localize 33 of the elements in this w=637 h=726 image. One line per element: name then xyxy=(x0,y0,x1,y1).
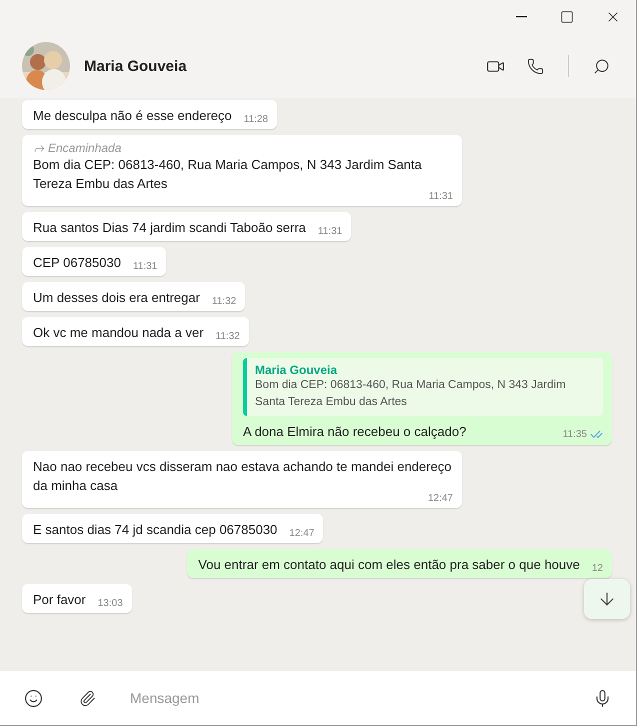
minimize-icon xyxy=(516,16,526,18)
message-time: 11:31 xyxy=(428,191,453,202)
message-time: 12:47 xyxy=(428,493,453,504)
message-text: Bom dia CEP: 06813-460, Rua Maria Campos, N 343 Jardim Santa Tereza Embu das Artes xyxy=(33,156,423,193)
message-text: Um desses dois era entregar xyxy=(33,289,200,307)
quote-text: Bom dia CEP: 06813-460, Rua Maria Campos, N 343 Jardim Santa Tereza Embu das Artes xyxy=(255,378,567,410)
message-time: 11:31 xyxy=(318,226,342,237)
quote-author: Maria Gouveia xyxy=(255,363,338,377)
message-text: Nao nao recebeu vcs disseram nao estava achando te mandei endereço da minha casa xyxy=(33,458,452,494)
message-text: A dona Elmira não recebeu o calçado? xyxy=(243,423,466,441)
message-text: Ok vc me mandou nada a ver xyxy=(33,324,204,342)
message-time: 11:32 xyxy=(212,296,236,307)
contact-name: Maria Gouveia xyxy=(84,58,188,74)
message-text: E santos dias 74 jd scandia cep 06785030 xyxy=(33,521,278,539)
message-text: Me desculpa não é esse endereço xyxy=(33,107,232,125)
message-text: Vou entrar em contato aqui com eles então pra saber o que houve xyxy=(198,556,580,574)
message-time: 11:32 xyxy=(216,331,240,342)
maximize-icon xyxy=(560,10,574,24)
message-time: 11:31 xyxy=(132,261,158,272)
message-time: 13:03 xyxy=(98,598,123,609)
message-text: Por favor xyxy=(33,591,86,609)
message-time: 11:35 xyxy=(562,428,603,441)
message-text: Rua santos Dias 74 jardim scandi Taboão serra xyxy=(33,219,306,237)
message-text: CEP 06785030 xyxy=(33,254,121,272)
forwarded-text: Encaminhada xyxy=(48,141,122,155)
phone-icon xyxy=(527,58,544,74)
emoji-icon xyxy=(24,688,43,708)
message-time: 11:28 xyxy=(244,114,268,125)
search-icon xyxy=(593,58,610,74)
message-time: 12 xyxy=(592,563,603,574)
message-time: 12:47 xyxy=(289,528,314,539)
paperclip-icon xyxy=(79,690,96,706)
quoted-message[interactable]: Maria Gouveia Bom dia CEP: 06813-460, Rua Maria Campos, N 343 Jardim Santa Tereza Embu das Artes xyxy=(243,358,603,416)
